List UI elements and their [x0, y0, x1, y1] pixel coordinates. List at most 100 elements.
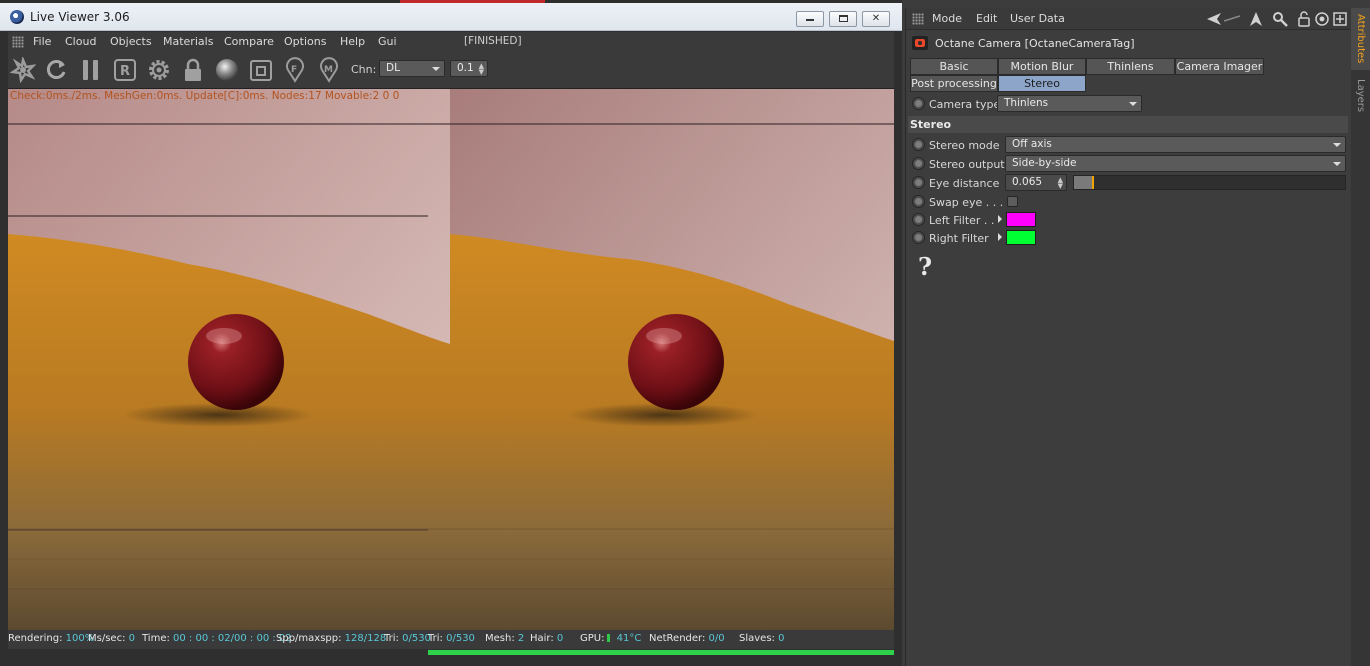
- camera-type-dropdown[interactable]: Thinlens: [997, 95, 1142, 112]
- animate-dot-icon[interactable]: [912, 138, 925, 151]
- swap-eye-label: Swap eye . . . .: [929, 196, 1011, 209]
- slaves-label: Slaves:: [739, 633, 775, 644]
- time-value: 00 : 00 : 02/00 : 00 : 02: [173, 633, 292, 644]
- menu-options[interactable]: Options: [284, 35, 326, 48]
- slider-handle[interactable]: [1092, 176, 1094, 189]
- menu-help[interactable]: Help: [340, 35, 365, 48]
- eye-distance-field[interactable]: 0.065 ▲ ▼: [1005, 174, 1067, 191]
- material-picker-icon[interactable]: M: [316, 57, 342, 83]
- grip-icon[interactable]: [12, 36, 24, 48]
- menu-cloud[interactable]: Cloud: [65, 35, 96, 48]
- left-filter-color-swatch[interactable]: [1006, 212, 1036, 227]
- tri-label-2: Tri:: [428, 633, 443, 644]
- rendering-label: Rendering:: [8, 633, 63, 644]
- eye-distance-value: 0.065: [1012, 176, 1043, 188]
- attributes-menu-bar: Mode Edit User Data: [906, 8, 1351, 30]
- menu-edit[interactable]: Edit: [976, 12, 997, 25]
- svg-text:M: M: [324, 65, 333, 75]
- menu-file[interactable]: File: [33, 35, 51, 48]
- mssec-value: 0: [128, 633, 135, 644]
- arrow-up-icon[interactable]: [1248, 11, 1264, 27]
- status-hair: Hair: 0: [530, 633, 563, 644]
- swap-eye-checkbox[interactable]: [1007, 196, 1018, 207]
- tri-label: Tri:: [384, 633, 399, 644]
- help-icon[interactable]: ?: [918, 252, 932, 281]
- attributes-panel: Mode Edit User Data Octane Camera [Octan…: [905, 8, 1351, 666]
- side-tab-attributes[interactable]: Attributes: [1351, 8, 1370, 70]
- menu-mode[interactable]: Mode: [932, 12, 962, 25]
- side-tab-layers[interactable]: Layers: [1351, 74, 1370, 118]
- material-sphere-icon[interactable]: [214, 57, 240, 83]
- octane-logo-icon[interactable]: [9, 55, 37, 84]
- animate-dot-icon[interactable]: [912, 213, 925, 226]
- lock-icon[interactable]: [1296, 11, 1312, 27]
- stereo-mode-dropdown[interactable]: Off axis: [1005, 136, 1346, 153]
- eye-distance-label: Eye distance: [929, 177, 1000, 190]
- status-time: Time: 00 : 00 : 02/00 : 00 : 02: [142, 633, 292, 644]
- mesh-value: 2: [517, 633, 525, 644]
- status-spp: Spp/maxspp: 128/128: [276, 633, 386, 644]
- focus-picker-icon[interactable]: F: [282, 57, 308, 83]
- menu-materials[interactable]: Materials: [163, 35, 213, 48]
- tab-post-processing[interactable]: Post processing: [910, 75, 998, 92]
- render-state: [FINISHED]: [464, 35, 522, 47]
- mesh-label: Mesh:: [485, 633, 515, 644]
- animate-dot-icon[interactable]: [912, 176, 925, 189]
- spp-value: 128/128: [344, 633, 387, 644]
- time-label: Time:: [142, 633, 170, 644]
- channel-label: Chn:: [351, 63, 377, 76]
- render-progress-bar: [428, 650, 894, 655]
- render-viewport[interactable]: Check:0ms./2ms. MeshGen:0ms. Update[C]:0…: [8, 89, 894, 630]
- settings-gear-icon[interactable]: [146, 57, 172, 83]
- eye-distance-slider[interactable]: [1073, 175, 1346, 190]
- eye-distance-row: Eye distance 0.065 ▲ ▼: [910, 174, 1350, 192]
- stereo-output-dropdown[interactable]: Side-by-side: [1005, 155, 1346, 172]
- tab-motion-blur[interactable]: Motion Blur: [998, 58, 1086, 75]
- maximize-button[interactable]: [829, 11, 857, 27]
- animate-dot-icon[interactable]: [912, 157, 925, 170]
- grip-icon[interactable]: [912, 13, 924, 25]
- region-render-icon[interactable]: R: [112, 57, 138, 83]
- hair-label: Hair:: [530, 633, 554, 644]
- clay-mode-icon[interactable]: [248, 57, 274, 83]
- animate-dot-icon[interactable]: [912, 195, 925, 208]
- close-button[interactable]: ✕: [862, 11, 890, 27]
- animate-dot-icon[interactable]: [912, 97, 925, 110]
- expand-arrow-icon[interactable]: [998, 233, 1002, 241]
- menu-objects[interactable]: Objects: [110, 35, 152, 48]
- minimize-button[interactable]: [796, 11, 824, 27]
- parameter-spinner[interactable]: 0.1 ▲ ▼: [450, 60, 488, 77]
- object-name: Octane Camera [OctaneCameraTag]: [935, 37, 1135, 50]
- tab-camera-imager[interactable]: Camera Imager: [1175, 58, 1264, 75]
- chevron-down-icon: [432, 67, 440, 71]
- lock-icon[interactable]: [180, 57, 206, 83]
- status-bar: Rendering: 100% Ms/sec: 0 Time: 00 : 00 …: [8, 630, 894, 649]
- right-filter-color-swatch[interactable]: [1006, 230, 1036, 245]
- menu-bar: File Cloud Objects Materials Compare Opt…: [8, 32, 894, 51]
- new-panel-icon[interactable]: [1332, 11, 1348, 27]
- target-icon[interactable]: [1314, 11, 1330, 27]
- title-bar[interactable]: Live Viewer 3.06 ✕: [0, 3, 902, 31]
- hair-value: 0: [556, 633, 564, 644]
- arrow-back-icon[interactable]: [1206, 11, 1222, 27]
- swap-eye-row: Swap eye . . . .: [910, 193, 1350, 211]
- tab-basic[interactable]: Basic: [910, 58, 998, 75]
- search-icon[interactable]: [1272, 11, 1288, 27]
- channel-dropdown[interactable]: DL: [379, 60, 445, 77]
- menu-compare[interactable]: Compare: [224, 35, 274, 48]
- spinner-arrows-icon[interactable]: ▲ ▼: [1058, 177, 1063, 190]
- pause-icon[interactable]: [78, 57, 104, 83]
- close-icon: ✕: [871, 13, 881, 24]
- menu-gui[interactable]: Gui: [378, 35, 397, 48]
- tab-stereo[interactable]: Stereo: [998, 75, 1086, 92]
- left-filter-label: Left Filter . .: [929, 214, 995, 227]
- tab-thinlens[interactable]: Thinlens: [1086, 58, 1175, 75]
- spinner-arrows-icon[interactable]: ▲ ▼: [479, 63, 484, 76]
- expand-arrow-icon[interactable]: [998, 215, 1002, 223]
- menu-user-data[interactable]: User Data: [1010, 12, 1065, 25]
- restart-render-icon[interactable]: [43, 57, 69, 83]
- camera-type-label: Camera type: [929, 98, 1001, 111]
- stereo-mode-label: Stereo mode: [929, 139, 1000, 152]
- animate-dot-icon[interactable]: [912, 231, 925, 244]
- gpu-load-icon: [607, 634, 611, 642]
